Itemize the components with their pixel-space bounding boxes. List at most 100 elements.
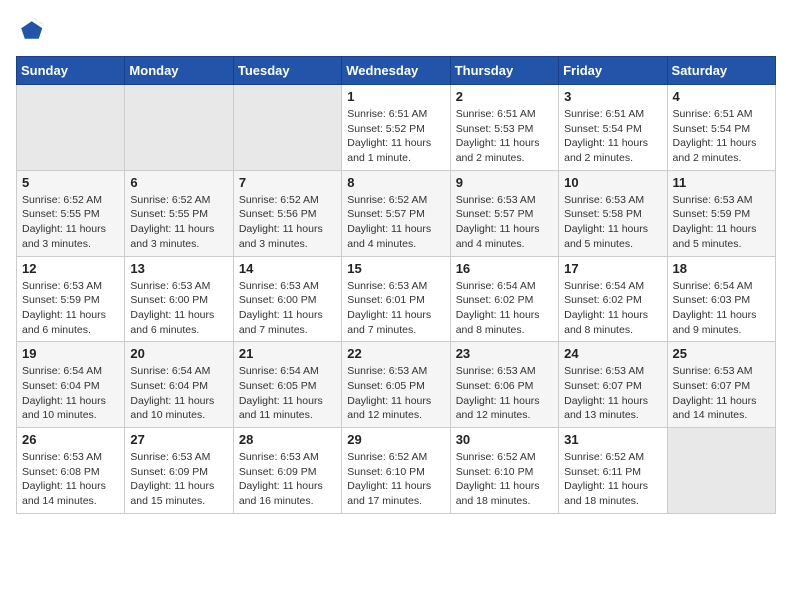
calendar-cell: 27 Sunrise: 6:53 AM Sunset: 6:09 PM Dayli…	[125, 428, 233, 514]
calendar-cell: 26Sunrise: 6:53 AM Sunset: 6:08 PM Dayli…	[17, 428, 125, 514]
calendar-week-5: 26Sunrise: 6:53 AM Sunset: 6:08 PM Dayli…	[17, 428, 776, 514]
calendar-week-4: 19Sunrise: 6:54 AM Sunset: 6:04 PM Dayli…	[17, 342, 776, 428]
weekday-header-sunday: Sunday	[17, 57, 125, 85]
day-number: 23	[456, 346, 553, 361]
day-info: Sunrise: 6:52 AM Sunset: 5:56 PM Dayligh…	[239, 193, 336, 252]
day-number: 1	[347, 89, 444, 104]
day-info: Sunrise: 6:53 AM Sunset: 6:07 PM Dayligh…	[673, 364, 770, 423]
day-number: 18	[673, 261, 770, 276]
day-number: 10	[564, 175, 661, 190]
weekday-header-friday: Friday	[559, 57, 667, 85]
calendar-cell	[233, 85, 341, 171]
day-number: 29	[347, 432, 444, 447]
day-info: Sunrise: 6:54 AM Sunset: 6:02 PM Dayligh…	[564, 279, 661, 338]
day-number: 20	[130, 346, 227, 361]
day-number: 30	[456, 432, 553, 447]
calendar-cell: 13 Sunrise: 6:53 AM Sunset: 6:00 PM Dayli…	[125, 256, 233, 342]
calendar-cell: 16 Sunrise: 6:54 AM Sunset: 6:02 PM Dayli…	[450, 256, 558, 342]
day-info: Sunrise: 6:53 AM Sunset: 6:08 PM Dayligh…	[22, 450, 119, 509]
day-number: 21	[239, 346, 336, 361]
calendar-cell: 29 Sunrise: 6:52 AM Sunset: 6:10 PM Dayli…	[342, 428, 450, 514]
day-number: 15	[347, 261, 444, 276]
calendar-cell	[17, 85, 125, 171]
day-number: 17	[564, 261, 661, 276]
day-number: 24	[564, 346, 661, 361]
day-number: 11	[673, 175, 770, 190]
day-info: Sunrise: 6:53 AM Sunset: 6:00 PM Dayligh…	[239, 279, 336, 338]
day-number: 27	[130, 432, 227, 447]
calendar-cell: 31Sunrise: 6:52 AM Sunset: 6:11 PM Dayli…	[559, 428, 667, 514]
calendar-cell: 21 Sunrise: 6:54 AM Sunset: 6:05 PM Dayli…	[233, 342, 341, 428]
day-info: Sunrise: 6:53 AM Sunset: 6:07 PM Dayligh…	[564, 364, 661, 423]
weekday-row: SundayMondayTuesdayWednesdayThursdayFrid…	[17, 57, 776, 85]
day-number: 22	[347, 346, 444, 361]
day-info: Sunrise: 6:53 AM Sunset: 6:06 PM Dayligh…	[456, 364, 553, 423]
calendar-cell: 23 Sunrise: 6:53 AM Sunset: 6:06 PM Dayli…	[450, 342, 558, 428]
day-number: 3	[564, 89, 661, 104]
calendar-week-2: 5 Sunrise: 6:52 AM Sunset: 5:55 PM Daylig…	[17, 170, 776, 256]
calendar-cell: 1 Sunrise: 6:51 AM Sunset: 5:52 PM Daylig…	[342, 85, 450, 171]
day-info: Sunrise: 6:51 AM Sunset: 5:52 PM Dayligh…	[347, 107, 444, 166]
calendar-cell: 5 Sunrise: 6:52 AM Sunset: 5:55 PM Daylig…	[17, 170, 125, 256]
calendar-cell: 4 Sunrise: 6:51 AM Sunset: 5:54 PM Daylig…	[667, 85, 775, 171]
weekday-header-thursday: Thursday	[450, 57, 558, 85]
calendar-week-1: 1 Sunrise: 6:51 AM Sunset: 5:52 PM Daylig…	[17, 85, 776, 171]
day-info: Sunrise: 6:53 AM Sunset: 5:59 PM Dayligh…	[673, 193, 770, 252]
day-info: Sunrise: 6:53 AM Sunset: 6:09 PM Dayligh…	[130, 450, 227, 509]
calendar-cell	[667, 428, 775, 514]
calendar-cell: 15 Sunrise: 6:53 AM Sunset: 6:01 PM Dayli…	[342, 256, 450, 342]
day-info: Sunrise: 6:51 AM Sunset: 5:54 PM Dayligh…	[673, 107, 770, 166]
day-info: Sunrise: 6:53 AM Sunset: 6:00 PM Dayligh…	[130, 279, 227, 338]
calendar-cell: 24 Sunrise: 6:53 AM Sunset: 6:07 PM Dayli…	[559, 342, 667, 428]
calendar-cell: 2Sunrise: 6:51 AM Sunset: 5:53 PM Daylig…	[450, 85, 558, 171]
calendar-cell: 9 Sunrise: 6:53 AM Sunset: 5:57 PM Daylig…	[450, 170, 558, 256]
day-info: Sunrise: 6:51 AM Sunset: 5:53 PM Dayligh…	[456, 107, 553, 166]
day-number: 16	[456, 261, 553, 276]
logo-icon	[16, 16, 44, 44]
calendar-cell: 6Sunrise: 6:52 AM Sunset: 5:55 PM Daylig…	[125, 170, 233, 256]
day-info: Sunrise: 6:51 AM Sunset: 5:54 PM Dayligh…	[564, 107, 661, 166]
day-number: 12	[22, 261, 119, 276]
calendar-cell: 12 Sunrise: 6:53 AM Sunset: 5:59 PM Dayli…	[17, 256, 125, 342]
day-info: Sunrise: 6:54 AM Sunset: 6:02 PM Dayligh…	[456, 279, 553, 338]
weekday-header-wednesday: Wednesday	[342, 57, 450, 85]
day-info: Sunrise: 6:52 AM Sunset: 6:10 PM Dayligh…	[347, 450, 444, 509]
day-number: 7	[239, 175, 336, 190]
day-number: 9	[456, 175, 553, 190]
page-header	[16, 16, 776, 44]
day-info: Sunrise: 6:54 AM Sunset: 6:05 PM Dayligh…	[239, 364, 336, 423]
calendar-cell: 22 Sunrise: 6:53 AM Sunset: 6:05 PM Dayli…	[342, 342, 450, 428]
day-info: Sunrise: 6:54 AM Sunset: 6:04 PM Dayligh…	[22, 364, 119, 423]
day-info: Sunrise: 6:53 AM Sunset: 5:59 PM Dayligh…	[22, 279, 119, 338]
day-number: 25	[673, 346, 770, 361]
day-number: 8	[347, 175, 444, 190]
logo	[16, 16, 48, 44]
day-info: Sunrise: 6:53 AM Sunset: 6:05 PM Dayligh…	[347, 364, 444, 423]
day-info: Sunrise: 6:54 AM Sunset: 6:03 PM Dayligh…	[673, 279, 770, 338]
day-info: Sunrise: 6:52 AM Sunset: 6:10 PM Dayligh…	[456, 450, 553, 509]
day-number: 14	[239, 261, 336, 276]
weekday-header-saturday: Saturday	[667, 57, 775, 85]
day-number: 13	[130, 261, 227, 276]
calendar-header: SundayMondayTuesdayWednesdayThursdayFrid…	[17, 57, 776, 85]
day-info: Sunrise: 6:53 AM Sunset: 6:01 PM Dayligh…	[347, 279, 444, 338]
calendar-week-3: 12 Sunrise: 6:53 AM Sunset: 5:59 PM Dayli…	[17, 256, 776, 342]
calendar-cell: 25 Sunrise: 6:53 AM Sunset: 6:07 PM Dayli…	[667, 342, 775, 428]
calendar-cell: 8 Sunrise: 6:52 AM Sunset: 5:57 PM Daylig…	[342, 170, 450, 256]
weekday-header-monday: Monday	[125, 57, 233, 85]
day-number: 28	[239, 432, 336, 447]
day-info: Sunrise: 6:53 AM Sunset: 5:57 PM Dayligh…	[456, 193, 553, 252]
calendar-body: 1 Sunrise: 6:51 AM Sunset: 5:52 PM Daylig…	[17, 85, 776, 514]
weekday-header-tuesday: Tuesday	[233, 57, 341, 85]
day-info: Sunrise: 6:52 AM Sunset: 5:55 PM Dayligh…	[22, 193, 119, 252]
calendar-table: SundayMondayTuesdayWednesdayThursdayFrid…	[16, 56, 776, 514]
calendar-cell: 19Sunrise: 6:54 AM Sunset: 6:04 PM Dayli…	[17, 342, 125, 428]
day-info: Sunrise: 6:52 AM Sunset: 5:57 PM Dayligh…	[347, 193, 444, 252]
calendar-cell: 18 Sunrise: 6:54 AM Sunset: 6:03 PM Dayli…	[667, 256, 775, 342]
calendar-cell: 14 Sunrise: 6:53 AM Sunset: 6:00 PM Dayli…	[233, 256, 341, 342]
calendar-cell	[125, 85, 233, 171]
calendar-cell: 10Sunrise: 6:53 AM Sunset: 5:58 PM Dayli…	[559, 170, 667, 256]
day-number: 5	[22, 175, 119, 190]
day-number: 31	[564, 432, 661, 447]
day-number: 4	[673, 89, 770, 104]
